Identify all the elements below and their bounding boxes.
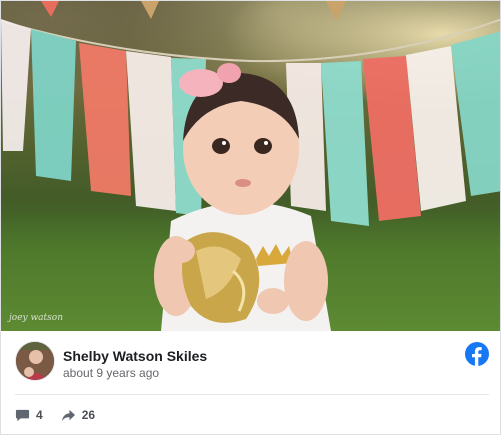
share-arrow-icon [61, 409, 75, 421]
facebook-post-card: joey watson Shelby Watson Skiles about 9… [0, 0, 501, 435]
shares-stat[interactable]: 26 [61, 408, 95, 423]
comment-count: 4 [36, 408, 43, 422]
post-stats: 4 26 [15, 405, 113, 425]
author-name[interactable]: Shelby Watson Skiles [63, 348, 207, 364]
facebook-icon[interactable] [465, 342, 489, 366]
photo-watermark: joey watson [9, 313, 63, 323]
post-header: Shelby Watson Skiles about 9 years ago [15, 341, 489, 385]
post-timestamp[interactable]: about 9 years ago [63, 366, 159, 380]
post-photo[interactable]: joey watson [1, 1, 500, 331]
comment-icon [15, 409, 30, 421]
comments-stat[interactable]: 4 [15, 408, 43, 423]
photo-illustration [1, 1, 500, 331]
share-count: 26 [81, 408, 96, 422]
avatar[interactable] [15, 341, 55, 381]
divider [15, 394, 489, 395]
avatar-image [16, 342, 54, 380]
